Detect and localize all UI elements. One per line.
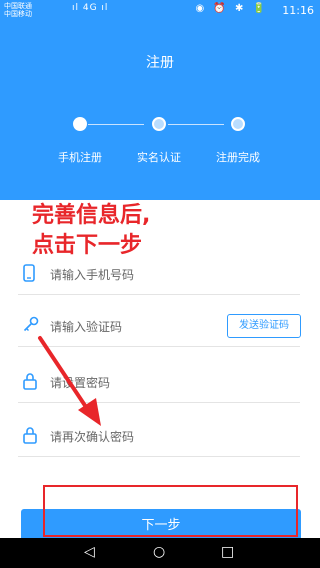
home-icon[interactable]: ○ bbox=[153, 544, 165, 560]
annotation-arrow bbox=[38, 336, 101, 426]
highlight-box bbox=[43, 485, 298, 537]
back-icon[interactable]: ◁ bbox=[84, 544, 95, 560]
recent-apps-icon[interactable]: □ bbox=[221, 544, 234, 560]
system-nav-bar: ◁ ○ □ bbox=[0, 538, 320, 568]
